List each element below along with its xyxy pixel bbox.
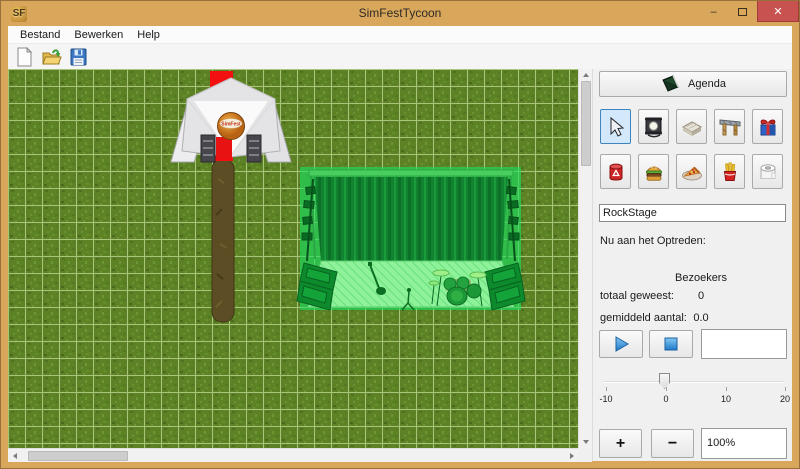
close-button[interactable]: ✕ xyxy=(757,1,799,22)
side-panel: Agenda xyxy=(592,69,792,461)
gift-tool-button[interactable] xyxy=(752,109,783,144)
select-tool-button[interactable] xyxy=(600,109,631,144)
window-title: SimFestTycoon xyxy=(1,1,799,26)
menu-bestand[interactable]: Bestand xyxy=(13,26,67,44)
visitors-header: Bezoekers xyxy=(651,272,751,284)
open-file-button[interactable] xyxy=(40,46,62,68)
slider-label-zero: 0 xyxy=(654,394,678,404)
stage-curtain xyxy=(314,177,508,261)
stage-name-input[interactable] xyxy=(599,204,786,222)
tool-row-1 xyxy=(593,109,792,144)
now-playing-label: Nu aan het Optreden: xyxy=(600,235,706,247)
stop-icon xyxy=(663,336,679,352)
spotlight-tool-button[interactable] xyxy=(638,109,669,144)
pizza-icon xyxy=(680,160,704,184)
rockstage-object[interactable] xyxy=(297,167,525,310)
menu-help[interactable]: Help xyxy=(130,26,167,44)
gift-icon xyxy=(756,115,780,139)
maximize-icon xyxy=(738,8,747,16)
simulation-status-box xyxy=(701,329,787,359)
scrollbar-corner xyxy=(578,448,592,462)
svg-text:SimFest: SimFest xyxy=(221,122,241,128)
simfest-logo: SimFest xyxy=(218,113,245,140)
agenda-button[interactable]: Agenda xyxy=(599,71,787,97)
fries-icon xyxy=(718,160,742,184)
slider-tick xyxy=(785,387,786,391)
gate-tool-button[interactable] xyxy=(714,109,745,144)
toilet-roll-icon xyxy=(756,160,780,184)
open-folder-icon xyxy=(41,47,62,67)
minimize-button[interactable]: – xyxy=(699,1,728,22)
agenda-label: Agenda xyxy=(688,78,726,90)
stage-speakers-right xyxy=(485,263,525,310)
tent-speaker-left xyxy=(201,135,215,162)
burger-tool-button[interactable] xyxy=(638,154,669,189)
slider-label-ten: 10 xyxy=(714,394,738,404)
speed-slider-thumb[interactable] xyxy=(659,373,670,389)
stage-tool-button[interactable] xyxy=(676,109,707,144)
client-area: Bestand Bewerken Help xyxy=(8,26,792,461)
burger-icon xyxy=(642,160,666,184)
zoom-out-button[interactable]: − xyxy=(651,429,694,458)
window-controls: – ✕ xyxy=(699,1,799,22)
play-button[interactable] xyxy=(599,330,643,358)
dirt-path[interactable] xyxy=(212,159,234,322)
scroll-up-icon[interactable] xyxy=(579,69,592,81)
tool-row-2 xyxy=(593,154,792,189)
pizza-tool-button[interactable] xyxy=(676,154,707,189)
cursor-icon xyxy=(604,115,628,139)
slider-label-max: 20 xyxy=(773,394,797,404)
slider-label-min: -10 xyxy=(594,394,618,404)
tent-speaker-right xyxy=(247,135,261,162)
slider-tick xyxy=(666,387,667,391)
scroll-left-icon[interactable] xyxy=(8,450,21,462)
canvas-area: SimFest xyxy=(8,69,592,461)
fries-tool-button[interactable] xyxy=(714,154,745,189)
trashcan-icon xyxy=(604,160,628,184)
agenda-book-icon xyxy=(660,75,680,93)
slider-tick xyxy=(606,387,607,391)
zoom-in-button[interactable]: + xyxy=(599,429,642,458)
zoom-level-field[interactable]: 100% xyxy=(701,428,787,459)
toolbar xyxy=(8,44,792,69)
menubar: Bestand Bewerken Help xyxy=(8,26,792,44)
gate-icon xyxy=(718,115,742,139)
new-file-button[interactable] xyxy=(13,46,35,68)
menu-bewerken[interactable]: Bewerken xyxy=(67,26,130,44)
horizontal-scrollbar[interactable] xyxy=(8,448,578,462)
spotlight-icon xyxy=(642,115,666,139)
titlebar: SF SimFestTycoon – ✕ xyxy=(1,1,799,26)
slider-tick xyxy=(726,387,727,391)
save-floppy-icon xyxy=(68,47,88,67)
carpet-through-tent xyxy=(216,137,232,159)
vertical-scrollbar[interactable] xyxy=(578,69,592,448)
main-area: SimFest xyxy=(8,69,792,461)
new-document-icon xyxy=(14,47,34,67)
app-window: SF SimFestTycoon – ✕ Bestand Bewerken He… xyxy=(0,0,800,469)
stage-platform-icon xyxy=(680,115,704,139)
trashcan-tool-button[interactable] xyxy=(600,154,631,189)
toilet-roll-tool-button[interactable] xyxy=(752,154,783,189)
save-file-button[interactable] xyxy=(67,46,89,68)
scroll-down-icon[interactable] xyxy=(579,436,592,448)
stop-button[interactable] xyxy=(649,330,693,358)
horizontal-scroll-thumb[interactable] xyxy=(28,451,128,461)
stage-speakers-left xyxy=(297,263,337,310)
scroll-right-icon[interactable] xyxy=(565,450,578,462)
play-icon xyxy=(612,335,630,353)
stage-floor xyxy=(308,261,514,307)
vertical-scroll-thumb[interactable] xyxy=(581,81,591,166)
speed-slider-track[interactable] xyxy=(603,381,785,383)
festival-map-canvas[interactable]: SimFest xyxy=(8,69,578,448)
maximize-button[interactable] xyxy=(728,1,757,22)
total-visitors-value: 0 xyxy=(651,290,751,302)
average-visitors-value: 0.0 xyxy=(651,312,751,324)
